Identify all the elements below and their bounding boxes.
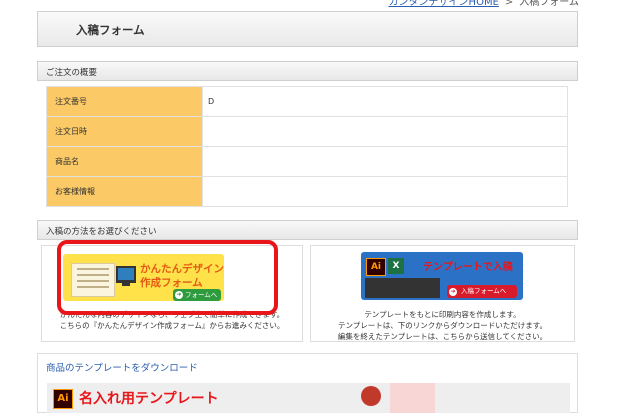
template-submission-title: テンプレートで入稿 <box>423 262 513 273</box>
order-number-value: D <box>202 86 568 117</box>
customer-info-value <box>202 176 568 207</box>
template-download-section: 商品のテンプレートをダウンロード Ai 名入れ用テンプレート <box>37 353 578 413</box>
name-template-title: 名入れ用テンプレート <box>79 391 219 407</box>
breadcrumb: カンタンデザインHOME > 入稿フォーム <box>389 0 579 8</box>
template-desc-line3: 編集を終えたテンプレートは、こちらから送信してください。 <box>337 332 548 341</box>
sample-preview <box>390 383 435 413</box>
arrow-right-icon: ➜ <box>449 287 457 296</box>
template-submission-banner[interactable]: Ai X テンプレートで入稿 ➜ 入稿フォームへ <box>361 252 523 300</box>
table-row: 注文日時 <box>46 116 568 147</box>
table-row: お客様情報 <box>46 176 568 207</box>
character-illustration-icon <box>361 386 381 406</box>
template-desc-line2: テンプレートは、下のリンクからダウンロードいただけます。 <box>337 321 548 330</box>
name-template-banner[interactable]: Ai 名入れ用テンプレート <box>47 383 570 413</box>
submission-form-button-label: 入稿フォームへ <box>461 287 507 295</box>
order-summary-heading: ご注文の概要 <box>37 61 578 81</box>
highlight-frame <box>57 240 278 315</box>
template-option: Ai X テンプレートで入稿 ➜ 入稿フォームへ テンプレートをもとに印刷内容を… <box>310 245 575 342</box>
product-name-value <box>202 146 568 177</box>
order-summary-table: 注文番号 D 注文日時 商品名 お客様情報 <box>46 86 568 207</box>
excel-icon: X <box>388 258 404 274</box>
table-row: 注文番号 D <box>46 86 568 117</box>
template-download-heading: 商品のテンプレートをダウンロード <box>46 363 198 374</box>
order-number-label: 注文番号 <box>46 86 203 117</box>
page-title: 入稿フォーム <box>76 23 145 37</box>
product-name-label: 商品名 <box>46 146 203 177</box>
page-header: 入稿フォーム <box>37 11 578 47</box>
order-date-value <box>202 116 568 147</box>
illustrator-icon: Ai <box>53 389 73 409</box>
submission-method-heading: 入稿の方法をお選びください <box>37 220 578 240</box>
breadcrumb-home-link[interactable]: カンタンデザインHOME <box>389 0 499 8</box>
submission-form-button[interactable]: ➜ 入稿フォームへ <box>447 285 517 298</box>
breadcrumb-current: 入稿フォーム <box>519 0 579 8</box>
template-description: テンプレートをもとに印刷内容を作成します。 テンプレートは、下のリンクからダウン… <box>311 309 574 342</box>
illustrator-icon: Ai <box>366 258 386 276</box>
table-row: 商品名 <box>46 146 568 177</box>
template-desc-line1: テンプレートをもとに印刷内容を作成します。 <box>364 310 521 319</box>
breadcrumb-separator: > <box>504 0 514 8</box>
simple-design-desc-line2: こちらの『かんたんデザイン作成フォーム』からお進みください。 <box>59 321 285 330</box>
customer-info-label: お客様情報 <box>46 176 203 207</box>
template-screenshot-illustration <box>365 278 440 298</box>
order-date-label: 注文日時 <box>46 116 203 147</box>
